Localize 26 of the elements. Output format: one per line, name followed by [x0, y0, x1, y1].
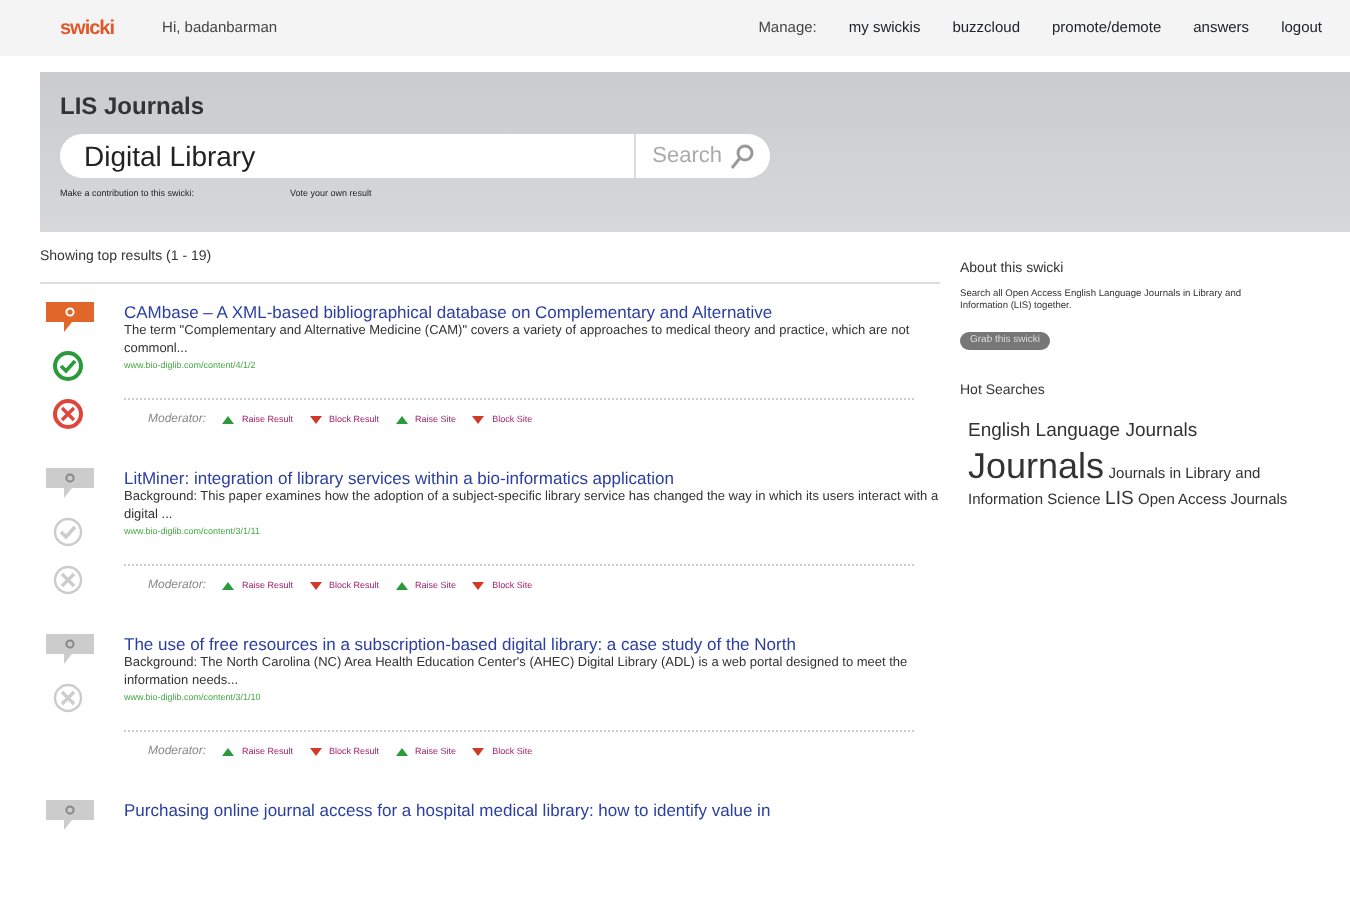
- down-arrow-icon: [309, 414, 322, 427]
- result-title[interactable]: Purchasing online journal access for a hospital medical library: how to identify value in: [124, 797, 771, 823]
- search-icon: [730, 143, 754, 169]
- cross-icon[interactable]: [52, 397, 84, 429]
- comment-icon[interactable]: [44, 631, 96, 666]
- comment-icon[interactable]: [44, 797, 96, 832]
- down-arrow-icon: [472, 414, 485, 427]
- down-arrow-icon: [472, 580, 485, 593]
- up-arrow-icon: [395, 580, 408, 593]
- search-field[interactable]: Digital Library Search: [60, 134, 770, 178]
- up-arrow-icon: [395, 746, 408, 759]
- comment-icon[interactable]: [44, 299, 96, 333]
- swicki-title: LIS Journals: [60, 90, 207, 124]
- down-arrow-icon: [309, 746, 322, 759]
- check-icon[interactable]: [52, 515, 84, 548]
- result-title[interactable]: The use of free resources in a subscription-based digital library: a case study of the North: [124, 631, 940, 657]
- comment-icon[interactable]: [44, 465, 96, 500]
- up-arrow-icon: [222, 414, 235, 427]
- down-arrow-icon: [472, 746, 485, 759]
- result-title[interactable]: LitMiner: integration of library services within a bio-informatics application: [124, 465, 940, 491]
- up-arrow-icon: [222, 746, 235, 759]
- check-icon[interactable]: [52, 349, 84, 381]
- up-arrow-icon: [222, 580, 235, 593]
- down-arrow-icon: [309, 580, 322, 593]
- result-title[interactable]: CAMbase – A XML-based bibliographical database on Complementary and Alternative: [124, 299, 940, 325]
- up-arrow-icon: [395, 414, 408, 427]
